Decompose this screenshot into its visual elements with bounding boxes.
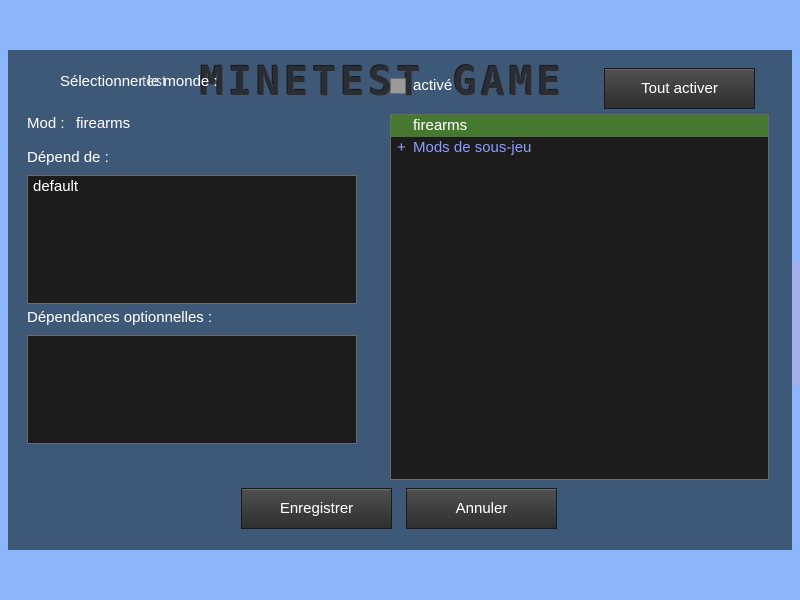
depends-list[interactable]: default (27, 175, 357, 304)
optional-depends-list[interactable] (27, 335, 357, 444)
enable-all-button[interactable]: Tout activer (604, 68, 755, 109)
depends-item: default (33, 178, 79, 195)
save-button[interactable]: Enregistrer (241, 488, 392, 529)
mod-list[interactable]: firearms + Mods de sous-jeu (390, 114, 769, 480)
mod-list-item-subgame-mods[interactable]: + Mods de sous-jeu (391, 137, 768, 159)
select-world-label: Sélectionner le monde : (60, 73, 218, 90)
mod-name: firearms (76, 115, 131, 132)
mod-list-item-firearms[interactable]: firearms (391, 115, 768, 137)
cancel-button[interactable]: Annuler (406, 488, 557, 529)
optional-depends-label: Dépendances optionnelles : (27, 309, 213, 326)
enabled-label: activé (413, 77, 453, 94)
mod-list-item-label: firearms (413, 117, 468, 134)
world-name: test (142, 73, 167, 90)
mod-list-item-label: Mods de sous-jeu (413, 139, 532, 156)
expand-plus-icon[interactable]: + (397, 137, 406, 159)
enabled-checkbox[interactable] (390, 78, 406, 94)
depends-label: Dépend de : (27, 149, 109, 166)
mod-label: Mod : (27, 115, 65, 132)
